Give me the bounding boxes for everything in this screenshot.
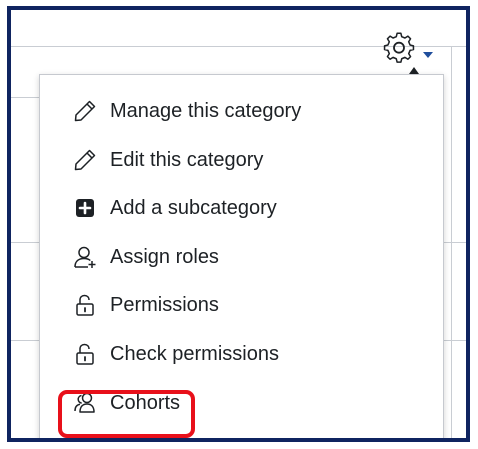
menu-item-check-permissions[interactable]: Check permissions	[40, 334, 443, 374]
page-divider	[442, 242, 466, 243]
users-icon	[73, 391, 97, 415]
page-divider	[11, 340, 41, 341]
gear-icon	[383, 32, 415, 63]
menu-item-label: Permissions	[110, 294, 219, 316]
menu-item-label: Cohorts	[110, 392, 181, 414]
menu-item-cohorts[interactable]: Cohorts	[40, 383, 443, 423]
padlock-icon	[73, 342, 97, 366]
settings-menu-button[interactable]	[381, 30, 445, 70]
dropdown-pointer	[409, 67, 419, 74]
menu-item-label: Add a subcategory	[110, 197, 277, 219]
plus-square-icon	[73, 196, 97, 220]
page-divider	[11, 242, 41, 243]
caret-down-icon	[423, 52, 433, 58]
pencil-icon	[73, 99, 97, 123]
menu-item-permissions[interactable]: Permissions	[40, 285, 443, 325]
page-border	[451, 46, 452, 438]
menu-item-manage-this-category[interactable]: Manage this category	[40, 91, 443, 131]
pencil-icon	[73, 148, 97, 172]
screenshot-frame: l Manage this category	[7, 6, 470, 442]
category-settings-menu: Manage this category Edit this category …	[39, 74, 444, 438]
page-divider	[11, 97, 41, 98]
menu-item-label: Edit this category	[110, 149, 264, 171]
menu-item-label: Check permissions	[110, 343, 279, 365]
user-plus-icon	[73, 245, 97, 269]
menu-item-label: Manage this category	[110, 100, 302, 122]
padlock-icon	[73, 293, 97, 317]
menu-item-edit-this-category[interactable]: Edit this category	[40, 140, 443, 180]
menu-item-label: Assign roles	[110, 246, 219, 268]
menu-item-add-a-subcategory[interactable]: Add a subcategory	[40, 188, 443, 228]
page-divider	[442, 340, 466, 341]
menu-item-assign-roles[interactable]: Assign roles	[40, 237, 443, 277]
